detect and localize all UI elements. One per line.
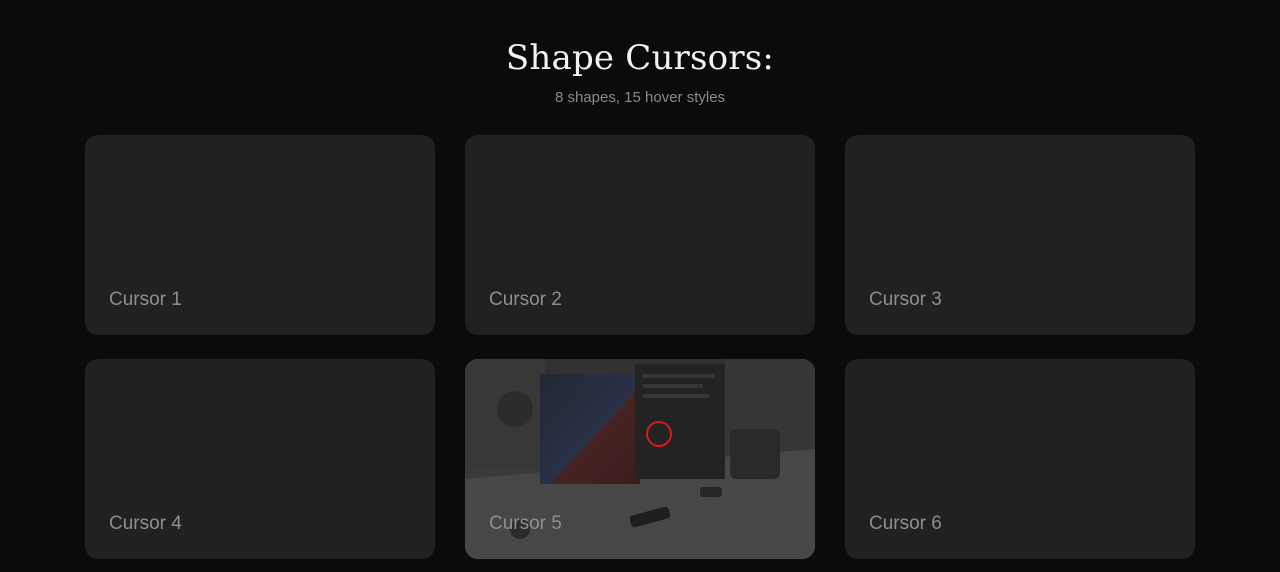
card-label: Cursor 3	[869, 289, 942, 310]
cursor-card-grid: Cursor 1 Cursor 2 Cursor 3 Cursor 4 Curs…	[85, 135, 1195, 559]
page-title: Shape Cursors:	[505, 38, 775, 78]
card-label: Cursor 2	[489, 289, 562, 310]
card-label: Cursor 6	[869, 513, 942, 534]
card-label: Cursor 4	[109, 513, 182, 534]
page-subtitle: 8 shapes, 15 hover styles	[554, 89, 726, 106]
cursor-card-6[interactable]: Cursor 6	[845, 359, 1195, 559]
cursor-card-4[interactable]: Cursor 4	[85, 359, 435, 559]
card-label: Cursor 1	[109, 289, 182, 310]
circle-outline-icon	[646, 421, 672, 447]
cursor-card-3[interactable]: Cursor 3	[845, 135, 1195, 335]
cursor-card-2[interactable]: Cursor 2	[465, 135, 815, 335]
page: Shape Cursors: 8 shapes, 15 hover styles…	[0, 0, 1280, 572]
cursor-card-1[interactable]: Cursor 1	[85, 135, 435, 335]
card-label: Cursor 5	[489, 513, 562, 534]
cursor-card-5[interactable]: Cursor 5	[465, 359, 815, 559]
